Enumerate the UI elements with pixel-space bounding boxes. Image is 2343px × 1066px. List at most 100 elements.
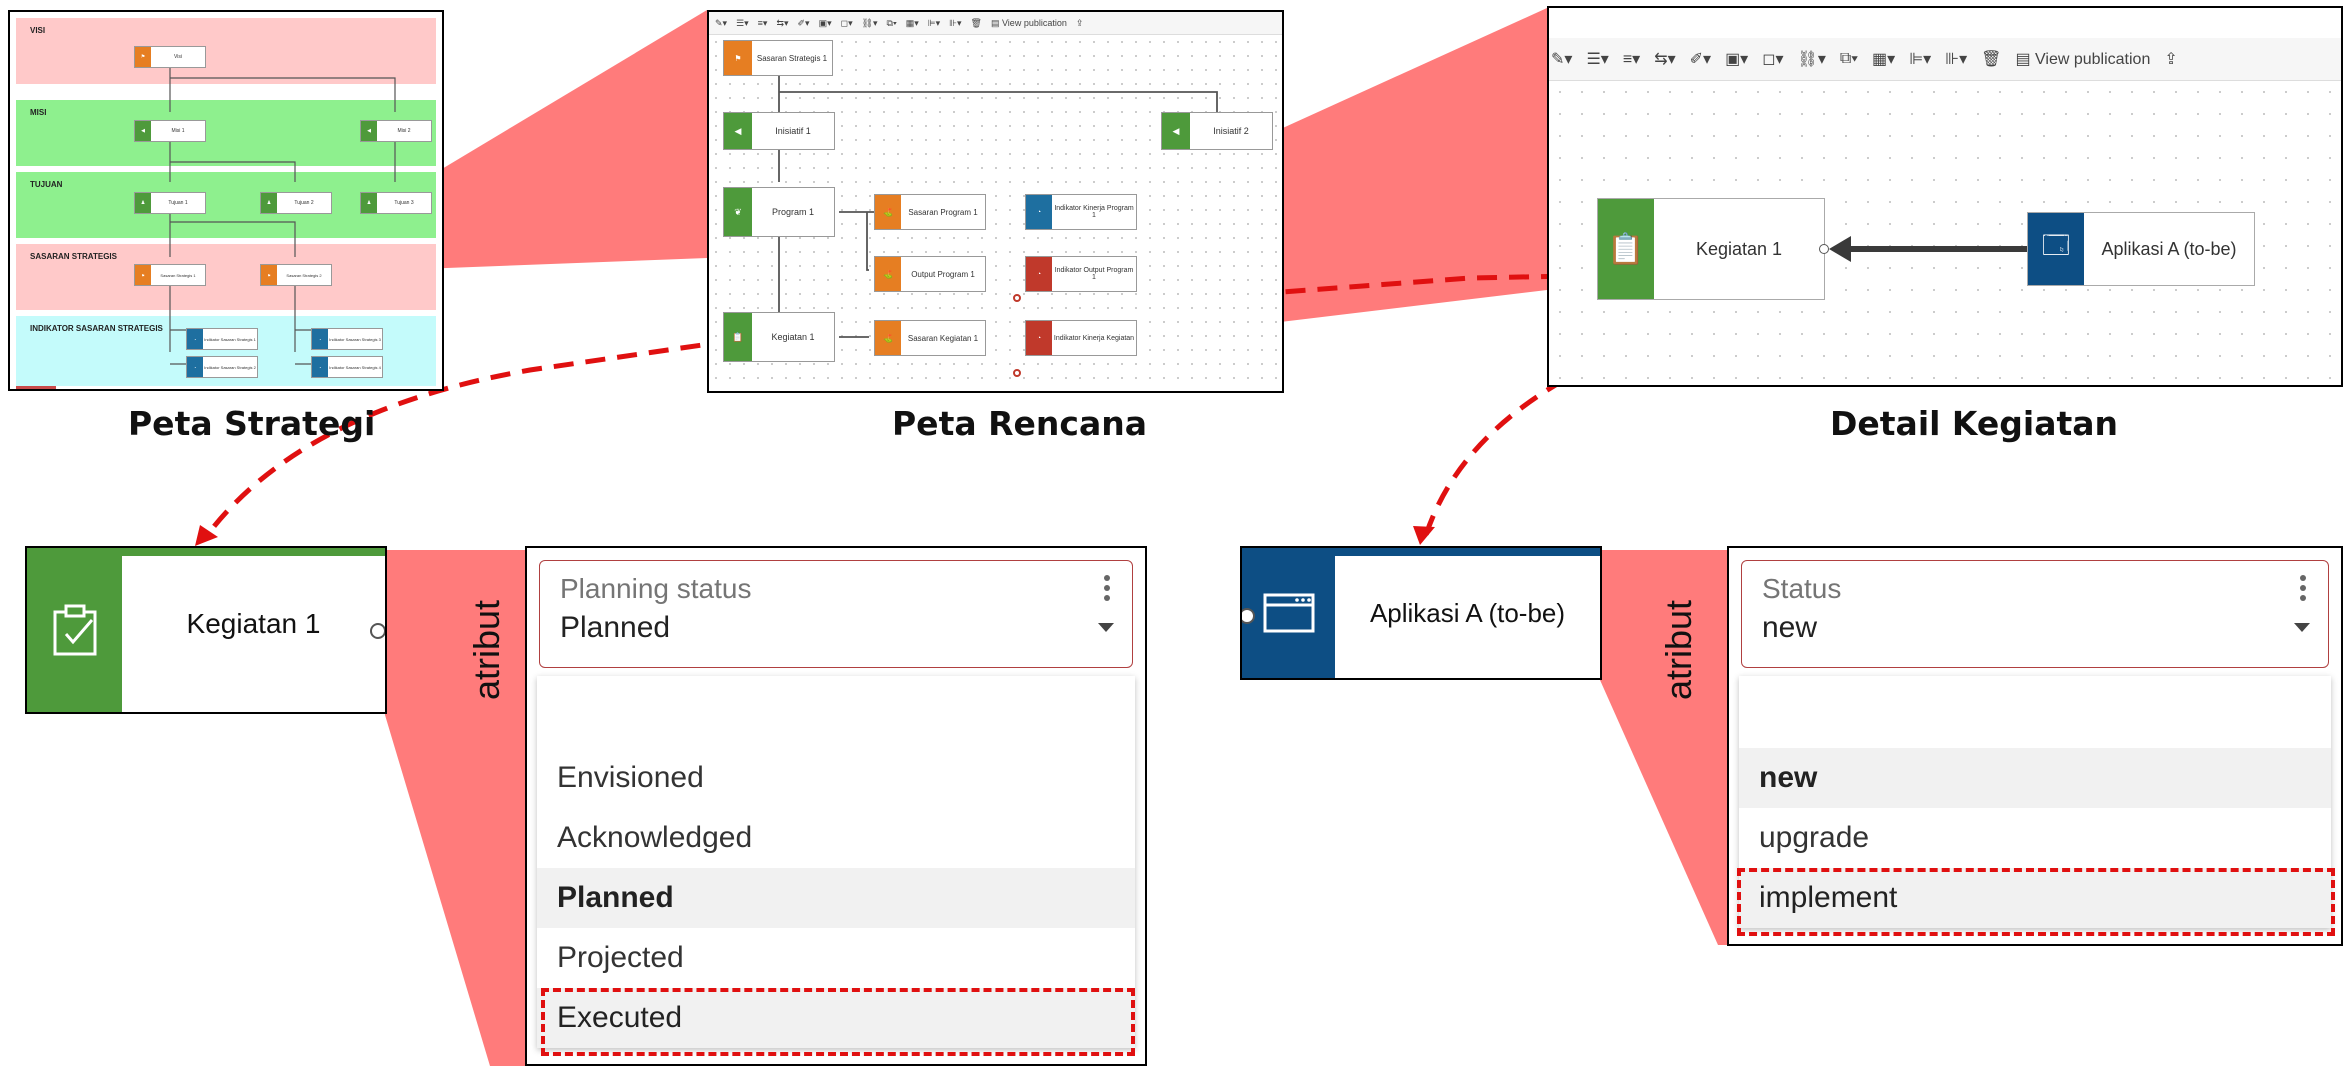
flag-icon: ⚑	[261, 265, 277, 285]
flag-icon: ⚑	[135, 47, 151, 67]
card-title: Aplikasi A (to-be)	[1369, 598, 1566, 628]
shape-icon[interactable]: ◻▾	[1762, 49, 1783, 69]
status-field[interactable]: Status new	[1741, 560, 2329, 668]
node-misi-2[interactable]: ◀ Misi 2	[360, 120, 432, 142]
card-title: Kegiatan 1	[186, 608, 321, 639]
planning-status-field[interactable]: Planning status Planned	[539, 560, 1133, 668]
node-tujuan-3[interactable]: ♟ Tujuan 3	[360, 192, 432, 214]
flag-icon: ⚑	[724, 41, 752, 75]
node-output-program[interactable]: ⛳ Output Program 1	[874, 256, 986, 292]
field-value: new	[1762, 611, 1818, 644]
group-icon[interactable]: ▦▾	[1872, 49, 1895, 69]
option-envisioned[interactable]: Envisioned	[537, 748, 1135, 808]
caption-peta-strategi: Peta Strategi	[128, 404, 376, 443]
distribute-icon[interactable]: ⊪▾	[1945, 49, 1967, 69]
node-indikator-output-program[interactable]: ◔ Indikator Output Program 1	[1025, 256, 1137, 292]
node-indikator-3[interactable]: ◔ Indikator Sasaran Strategis 3	[311, 328, 383, 350]
zoom-card-aplikasi[interactable]: Aplikasi A (to-be)	[1240, 546, 1602, 680]
node-inisiatif-2[interactable]: ◀ Inisiatif 2	[1161, 112, 1273, 150]
align-icon[interactable]: ⊫▾	[1909, 49, 1931, 69]
gauge-icon: ◔	[312, 329, 328, 349]
pen-tool-icon[interactable]: ✎▾	[1551, 49, 1572, 69]
line-style-icon[interactable]: ☰▾	[1586, 49, 1608, 69]
view-publication-button[interactable]: ▤ View publication	[2015, 49, 2150, 69]
clipboard-icon	[53, 604, 96, 656]
field-label: Planning status	[560, 573, 752, 604]
edit-icon[interactable]: ✐▾	[1690, 49, 1711, 69]
node-sasaran-strategis[interactable]: ⚑ Sasaran Strategis 1	[723, 40, 833, 76]
window-icon: 🗔	[2028, 213, 2084, 285]
highlight-executed	[541, 988, 1135, 1056]
more-vert-icon[interactable]	[1104, 575, 1110, 605]
publication-icon: ▤	[2015, 51, 2035, 68]
line-weight-icon[interactable]: ≡▾	[1623, 49, 1640, 69]
zoom-card-kegiatan[interactable]: Kegiatan 1	[25, 546, 387, 714]
node-sasaran-program[interactable]: ⛳ Sasaran Program 1	[874, 194, 986, 230]
option-planned[interactable]: Planned	[537, 868, 1135, 928]
detail-panel: ✎▾ ☰▾ ≡▾ ⇆▾ ✐▾ ▣▾ ◻▾ ⛓▾ ⧉▾ ▦▾ ⊫▾ ⊪▾ 🗑 ▤ …	[1547, 6, 2343, 387]
link-icon[interactable]: ⛓▾	[1798, 49, 1826, 69]
node-sasaran-2[interactable]: ⚑ Sasaran Strategis 2	[260, 264, 332, 286]
arrange-icon[interactable]: ⧉▾	[1840, 50, 1858, 68]
megaphone-icon: ◀	[135, 121, 151, 141]
node-indikator-kinerja-program[interactable]: ◔ Indikator Kinerja Program 1	[1025, 194, 1137, 230]
option-projected[interactable]: Projected	[537, 928, 1135, 988]
chevron-down-icon[interactable]	[2294, 623, 2310, 632]
status-dropdown[interactable]: Status new new upgrade implement	[1727, 546, 2343, 946]
node-tujuan-2[interactable]: ♟ Tujuan 2	[260, 192, 332, 214]
node-indikator-2[interactable]: ◔ Indikator Sasaran Strategis 2	[186, 356, 258, 378]
gauge-icon: ◔	[1026, 195, 1052, 229]
node-sasaran-kegiatan[interactable]: ⛳ Sasaran Kegiatan 1	[874, 320, 986, 356]
gauge-icon: ◔	[312, 357, 328, 377]
node-indikator-1[interactable]: ◔ Indikator Sasaran Strategis 1	[186, 328, 258, 350]
field-label: Status	[1762, 573, 1842, 604]
option-new[interactable]: new	[1739, 748, 2331, 808]
target-icon: ⛳	[875, 257, 901, 291]
strategy-map-panel: VISI MISI TUJUAN SASARAN STRATEGIS INDIK…	[8, 10, 444, 391]
gauge-icon: ◔	[1026, 321, 1052, 355]
card-icon-area	[27, 548, 122, 712]
fill-icon[interactable]: ▣▾	[1725, 49, 1748, 69]
export-icon[interactable]: ⇪	[2164, 49, 2177, 69]
node-indikator-4[interactable]: ◔ Indikator Sasaran Strategis 4	[311, 356, 383, 378]
node-tujuan-1[interactable]: ♟ Tujuan 1	[134, 192, 206, 214]
leaf-icon: ❦	[724, 188, 752, 236]
figure-icon: ♟	[135, 193, 151, 213]
field-value: Planned	[560, 611, 671, 644]
detail-toolbar: ✎▾ ☰▾ ≡▾ ⇆▾ ✐▾ ▣▾ ◻▾ ⛓▾ ⧉▾ ▦▾ ⊫▾ ⊪▾ 🗑 ▤ …	[1549, 38, 2341, 81]
gauge-icon: ◔	[1026, 257, 1052, 291]
node-inisiatif-1[interactable]: ◀ Inisiatif 1	[723, 112, 835, 150]
chevron-down-icon[interactable]	[1098, 623, 1114, 632]
detail-topbar	[1549, 8, 2341, 39]
node-misi-1[interactable]: ◀ Misi 1	[134, 120, 206, 142]
plan-map-panel: ✎▾ ☰▾ ≡▾ ⇆▾ ✐▾ ▣▾ ◻▾ ⛓▾ ⧉▾ ▦▾ ⊫▾ ⊪▾ 🗑 ▤ …	[707, 10, 1284, 393]
gauge-icon: ◔	[187, 329, 203, 349]
atribut-label-left: atribut	[466, 599, 507, 700]
caption-detail-kegiatan: Detail Kegiatan	[1830, 404, 2119, 443]
arrowhead-aplikasi	[1413, 526, 1435, 545]
highlight-implement	[1737, 868, 2335, 936]
arrowhead-kegiatan	[195, 525, 218, 546]
node-visi[interactable]: ⚑ Visi	[134, 46, 206, 68]
node-kegiatan[interactable]: 📋 Kegiatan 1	[723, 312, 835, 362]
delete-icon[interactable]: 🗑	[1981, 49, 2001, 69]
detail-node-aplikasi[interactable]: 🗔 Aplikasi A (to-be)	[2027, 212, 2255, 286]
node-indikator-kinerja-kegiatan[interactable]: ◔ Indikator Kinerja Kegiatan	[1025, 320, 1137, 356]
node-program-1[interactable]: ❦ Program 1	[723, 187, 835, 237]
detail-node-kegiatan[interactable]: 📋 Kegiatan 1	[1597, 198, 1825, 300]
caption-peta-rencana: Peta Rencana	[892, 404, 1147, 443]
card-icon-area	[1242, 548, 1335, 678]
clipboard-icon: 📋	[1598, 199, 1654, 299]
megaphone-icon: ◀	[361, 121, 377, 141]
connector-icon[interactable]: ⇆▾	[1654, 49, 1675, 69]
node-sasaran-1[interactable]: ⚑ Sasaran Strategis 1	[134, 264, 206, 286]
more-vert-icon[interactable]	[2300, 575, 2306, 605]
planning-status-dropdown[interactable]: Planning status Planned Envisioned Ackno…	[525, 546, 1147, 1066]
connector-dot	[370, 623, 385, 639]
scrollbar-thumb[interactable]	[16, 386, 56, 389]
target-icon: ⛳	[875, 321, 901, 355]
atribut-label-right: atribut	[1658, 599, 1699, 700]
option-acknowledged[interactable]: Acknowledged	[537, 808, 1135, 868]
megaphone-icon: ◀	[1162, 113, 1190, 149]
option-upgrade[interactable]: upgrade	[1739, 808, 2331, 868]
